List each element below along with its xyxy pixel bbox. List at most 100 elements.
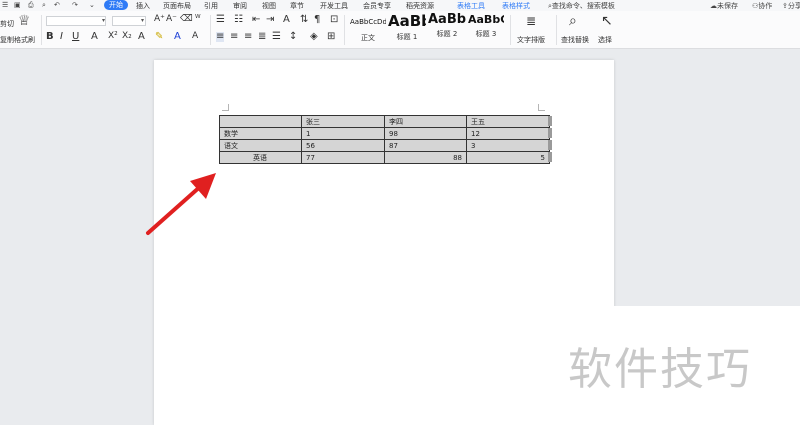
find-replace-button[interactable]: 查找替换 (561, 35, 589, 45)
italic-icon[interactable]: I (60, 32, 63, 42)
tab-developer[interactable]: 开发工具 (320, 1, 348, 11)
divider (556, 15, 557, 45)
table-header-cell[interactable]: 李四 (384, 115, 467, 128)
show-marks-icon[interactable]: ¶ (314, 15, 320, 25)
menu-icon[interactable]: ☰ (2, 1, 8, 9)
chinese-layout-icon[interactable]: A (283, 15, 290, 25)
shading-icon[interactable]: ◈ (310, 32, 318, 42)
distribute-icon[interactable]: ☰ (272, 32, 281, 42)
tab-references[interactable]: 引用 (204, 1, 218, 11)
preview-icon[interactable]: ⌕ (42, 1, 46, 10)
style-sample: AaBb( (428, 13, 466, 27)
chevron-down-icon[interactable]: ▾ (141, 17, 144, 24)
tab-view[interactable]: 视图 (262, 1, 276, 11)
shrink-font-icon[interactable]: A⁻ (166, 15, 177, 24)
pinyin-icon[interactable]: ᵂ (195, 15, 201, 24)
format-painter-button[interactable]: 格式刷 (14, 35, 35, 45)
save-icon[interactable]: ▣ (14, 1, 21, 9)
sort-icon[interactable]: ⇅ (300, 15, 308, 25)
text-layout-button[interactable]: 文字排版 (517, 35, 545, 45)
table-header-row: 张三 李四 王五 (219, 115, 550, 128)
collab-button[interactable]: ⚇协作 (752, 1, 772, 11)
pointer-icon[interactable]: ↖ (601, 14, 613, 28)
cloud-icon: ☁ (710, 2, 717, 10)
char-border-icon[interactable]: A (192, 32, 198, 41)
table-cell[interactable]: 数学 (219, 127, 302, 140)
table-row: 语文 56 87 3 (219, 139, 550, 152)
tab-table-tools[interactable]: 表格工具 (457, 1, 485, 11)
align-left-icon[interactable]: ≡ (216, 32, 225, 42)
table-cell[interactable]: 语文 (219, 139, 302, 152)
tab-page-layout[interactable]: 页面布局 (163, 1, 191, 11)
divider (210, 15, 211, 45)
align-right-icon[interactable]: ≡ (244, 32, 252, 42)
cut-button[interactable]: 剪切 (0, 19, 14, 29)
copy-button[interactable]: 复制 (0, 35, 14, 45)
search-icon[interactable]: ⌕ (569, 14, 577, 28)
tab-section[interactable]: 章节 (290, 1, 304, 11)
table-cell[interactable]: 12 (466, 127, 550, 140)
justify-icon[interactable]: ≣ (258, 32, 266, 42)
highlight-icon[interactable]: ✎ (155, 32, 163, 42)
score-table[interactable]: 张三 李四 王五 数学 1 98 12 语文 56 87 3 英语 77 88 … (219, 115, 550, 164)
tab-member[interactable]: 会员专享 (363, 1, 391, 11)
subscript-icon[interactable]: X₂ (122, 32, 132, 41)
table-cell[interactable]: 1 (301, 127, 385, 140)
style-heading-3[interactable]: AaBbC 标题 3 (468, 13, 504, 39)
table-cell[interactable]: 56 (301, 139, 385, 152)
style-normal[interactable]: AaBbCcDd 正文 (350, 13, 386, 43)
strikethrough-icon[interactable]: A (91, 32, 98, 42)
menu-bar: ☰ ▣ ⎙ ⌕ ↶ ↷ ⌄ 开始 插入 页面布局 引用 审阅 视图 章节 开发工… (0, 0, 800, 11)
format-painter-icon[interactable]: ♕ (18, 14, 31, 28)
numbered-list-icon[interactable]: ☷ (234, 15, 243, 25)
tab-review[interactable]: 审阅 (233, 1, 247, 11)
table-cell[interactable]: 5 (466, 151, 550, 164)
text-layout-icon[interactable]: ≣ (526, 15, 536, 27)
marks-toggle-icon[interactable]: ⊡ (330, 15, 338, 25)
table-cell[interactable]: 87 (384, 139, 467, 152)
tab-docer[interactable]: 稻壳资源 (406, 1, 434, 11)
tab-insert[interactable]: 插入 (136, 1, 150, 11)
table-cell[interactable]: 98 (384, 127, 467, 140)
table-cell[interactable] (219, 115, 302, 128)
align-center-icon[interactable]: ≡ (230, 32, 238, 42)
decrease-indent-icon[interactable]: ⇤ (252, 15, 260, 25)
dropdown-icon[interactable]: ⌄ (89, 1, 95, 9)
style-heading-1[interactable]: AaBb 标题 1 (388, 13, 426, 42)
underline-icon[interactable]: U (72, 32, 79, 42)
superscript-icon[interactable]: X² (108, 32, 118, 41)
style-sample: AaBbCcDd (350, 18, 386, 26)
style-heading-2[interactable]: AaBb( 标题 2 (428, 13, 466, 39)
divider (510, 15, 511, 45)
table-row: 英语 77 88 5 (219, 151, 550, 164)
grow-font-icon[interactable]: A⁺ (154, 15, 165, 24)
divider (344, 15, 345, 45)
row-end-marks (548, 116, 553, 164)
font-color-icon[interactable]: A (174, 32, 181, 42)
redo-icon[interactable]: ↷ (72, 1, 78, 9)
unsaved-status[interactable]: ☁未保存 (710, 1, 738, 11)
bullet-list-icon[interactable]: ☰ (216, 15, 225, 25)
share-button[interactable]: ⇪分享 (782, 1, 800, 11)
chevron-down-icon[interactable]: ▾ (102, 17, 105, 24)
table-cell[interactable]: 88 (384, 151, 467, 164)
borders-icon[interactable]: ⊞ (327, 32, 335, 42)
table-header-cell[interactable]: 王五 (466, 115, 550, 128)
line-spacing-icon[interactable]: ↕ (289, 32, 297, 42)
font-family-select[interactable] (46, 16, 106, 26)
table-cell[interactable]: 77 (301, 151, 385, 164)
increase-indent-icon[interactable]: ⇥ (266, 15, 274, 25)
tab-home[interactable]: 开始 (104, 0, 128, 10)
table-cell[interactable]: 英语 (219, 151, 302, 164)
undo-icon[interactable]: ↶ (54, 1, 60, 9)
search-command[interactable]: ⌕查找命令、搜索模板 (548, 1, 615, 11)
unsaved-label: 未保存 (717, 2, 738, 10)
select-button[interactable]: 选择 (598, 35, 612, 45)
print-icon[interactable]: ⎙ (28, 1, 34, 10)
bold-icon[interactable]: B (46, 32, 54, 42)
tab-table-style[interactable]: 表格样式 (502, 1, 530, 11)
table-cell[interactable]: 3 (466, 139, 550, 152)
clear-format-icon[interactable]: ⌫ (180, 15, 193, 24)
text-effect-icon[interactable]: A (138, 32, 145, 42)
table-header-cell[interactable]: 张三 (301, 115, 385, 128)
